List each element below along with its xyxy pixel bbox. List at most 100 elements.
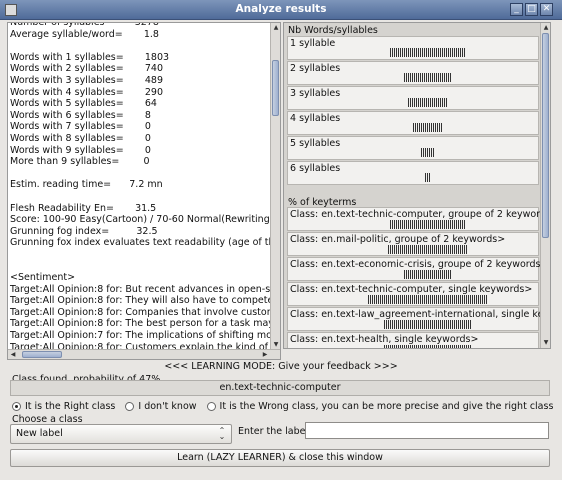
keyterm-bar (387, 245, 467, 254)
radio-right-class[interactable]: It is the Right class (12, 401, 115, 412)
keyterm-bar-tick (419, 295, 421, 304)
radio-dot[interactable] (12, 401, 21, 411)
keyterm-bar-tick (419, 245, 421, 254)
scroll-left-arrow-icon[interactable]: ◀ (8, 350, 18, 359)
keyterm-bar-tick (427, 220, 429, 229)
keyterm-bar-tick (443, 320, 445, 329)
keyterm-bar-tick (457, 345, 459, 348)
syllable-bar-tick (405, 48, 407, 57)
scroll-thumb[interactable] (272, 60, 279, 116)
keyterm-bar-tick (439, 295, 441, 304)
syllable-group-label: 2 syllables (290, 63, 341, 74)
syllable-bar-tick (440, 123, 442, 132)
keyterm-bar-tick (463, 320, 465, 329)
radio-dot[interactable] (206, 401, 216, 411)
keyterm-bar-tick (399, 295, 401, 304)
syllable-bar-tick (445, 98, 447, 107)
syllable-bar-tick (435, 73, 437, 82)
syllable-group: 5 syllables (287, 136, 539, 160)
maximize-button[interactable]: □ (525, 3, 538, 16)
keyterm-bar-tick (371, 295, 373, 304)
keyterm-bar-tick (383, 320, 385, 329)
radio-dot[interactable] (125, 401, 135, 411)
syllable-bar-tick (428, 173, 430, 182)
stats-scroll-down-icon[interactable]: ▼ (541, 338, 550, 348)
keyterm-bar-tick (477, 295, 479, 304)
keyterm-bar-tick (407, 345, 409, 348)
scroll-up-arrow-icon[interactable]: ▲ (271, 23, 280, 33)
hscroll-thumb[interactable] (22, 351, 62, 358)
report-line: Grunning fog index= 32.5 (10, 225, 158, 237)
learn-close-button[interactable]: Learn (LAZY LEARNER) & close this window (10, 449, 550, 467)
stats-vertical-scrollbar[interactable]: ▲ ▼ (540, 23, 550, 348)
syllable-bar-tick (395, 48, 397, 57)
keyterm-bar-tick (433, 295, 435, 304)
syllable-bar-tick (413, 48, 415, 57)
syllable-bar-tick (418, 123, 420, 132)
keyterm-bar-tick (455, 345, 457, 348)
report-line: Words with 5 syllables= 64 (10, 98, 157, 110)
class-select[interactable]: New label ⌃ ⌄ (10, 424, 232, 444)
label-input[interactable] (305, 422, 549, 439)
keyterm-bar-tick (401, 220, 403, 229)
syllable-bar-tick (453, 48, 455, 57)
syllable-bar-tick (424, 148, 426, 157)
keyterm-bar-tick (395, 345, 397, 348)
report-line: Target:All Opinion:8 for: Companies that… (10, 306, 281, 318)
keyterm-bar-tick (433, 270, 435, 279)
keyterm-bar-tick (443, 345, 445, 348)
syllable-bar (420, 148, 434, 157)
syllable-bar-tick (438, 123, 440, 132)
keyterm-bar-tick (465, 320, 467, 329)
keyterm-bar-tick (465, 295, 467, 304)
statistics-panel[interactable]: Nb Words/syllables 1 syllable 2 syllables… (283, 22, 551, 349)
keyterm-bar-tick (453, 245, 455, 254)
class-found-value: en.text-technic-computer (10, 380, 550, 396)
keyterm-bar-tick (431, 245, 433, 254)
minimize-button[interactable]: _ (510, 3, 523, 16)
keyterm-bar-tick (453, 345, 455, 348)
syllable-bar-tick (439, 48, 441, 57)
syllable-bar-tick (421, 73, 423, 82)
keyterm-bar-tick (391, 245, 393, 254)
scroll-right-arrow-icon[interactable]: ▶ (260, 350, 270, 359)
keyterm-bar-tick (397, 320, 399, 329)
syllable-bar-tick (423, 73, 425, 82)
report-text-area[interactable]: Number of syllables 3278 Average syllable… (7, 22, 281, 360)
syllable-group-label: 6 syllables (290, 163, 341, 174)
keyterm-bar-tick (389, 245, 391, 254)
keyterm-bar-tick (445, 295, 447, 304)
report-line: Estim. reading time= 7.2 mn (10, 179, 163, 191)
keyterm-bar-tick (379, 295, 381, 304)
close-button[interactable]: ✕ (540, 3, 553, 16)
keyterm-bar-tick (375, 295, 377, 304)
report-horizontal-scrollbar[interactable]: ◀ ▶ (8, 349, 280, 359)
keyterm-bar-tick (443, 245, 445, 254)
keyterm-bar-tick (483, 295, 485, 304)
keyterm-bar-tick (429, 245, 431, 254)
stats-scroll-thumb[interactable] (542, 33, 549, 238)
syllable-bar-tick (436, 123, 438, 132)
keyterm-bar-tick (399, 220, 401, 229)
keyterm-bar (383, 345, 471, 348)
keyterm-bar-tick (403, 295, 405, 304)
keyterm-bar-tick (445, 270, 447, 279)
syllable-group-label: 4 syllables (290, 113, 341, 124)
keyterm-bar-tick (417, 295, 419, 304)
keyterm-bar-tick (451, 320, 453, 329)
syllable-bar-tick (441, 73, 443, 82)
syllable-bar-tick (445, 48, 447, 57)
keyterm-bar-tick (469, 345, 471, 348)
keyterm-bar-tick (465, 245, 467, 254)
keyterm-bar-tick (409, 295, 411, 304)
report-line: Words with 1 syllables= 1803 (10, 51, 170, 63)
report-vertical-scrollbar[interactable]: ▲ ▼ (270, 23, 280, 350)
keyterm-bar-tick (395, 245, 397, 254)
keyterm-bar-tick (431, 320, 433, 329)
radio-dont-know[interactable]: I don't know (125, 401, 197, 412)
keyterm-group: Class: en.mail-politic, groupe of 2 keyw… (287, 232, 539, 256)
stats-scroll-up-icon[interactable]: ▲ (541, 23, 550, 33)
keyterm-bar-tick (451, 220, 453, 229)
radio-wrong-class[interactable]: It is the Wrong class, you can be more p… (206, 401, 553, 412)
syllable-bar-tick (409, 73, 411, 82)
